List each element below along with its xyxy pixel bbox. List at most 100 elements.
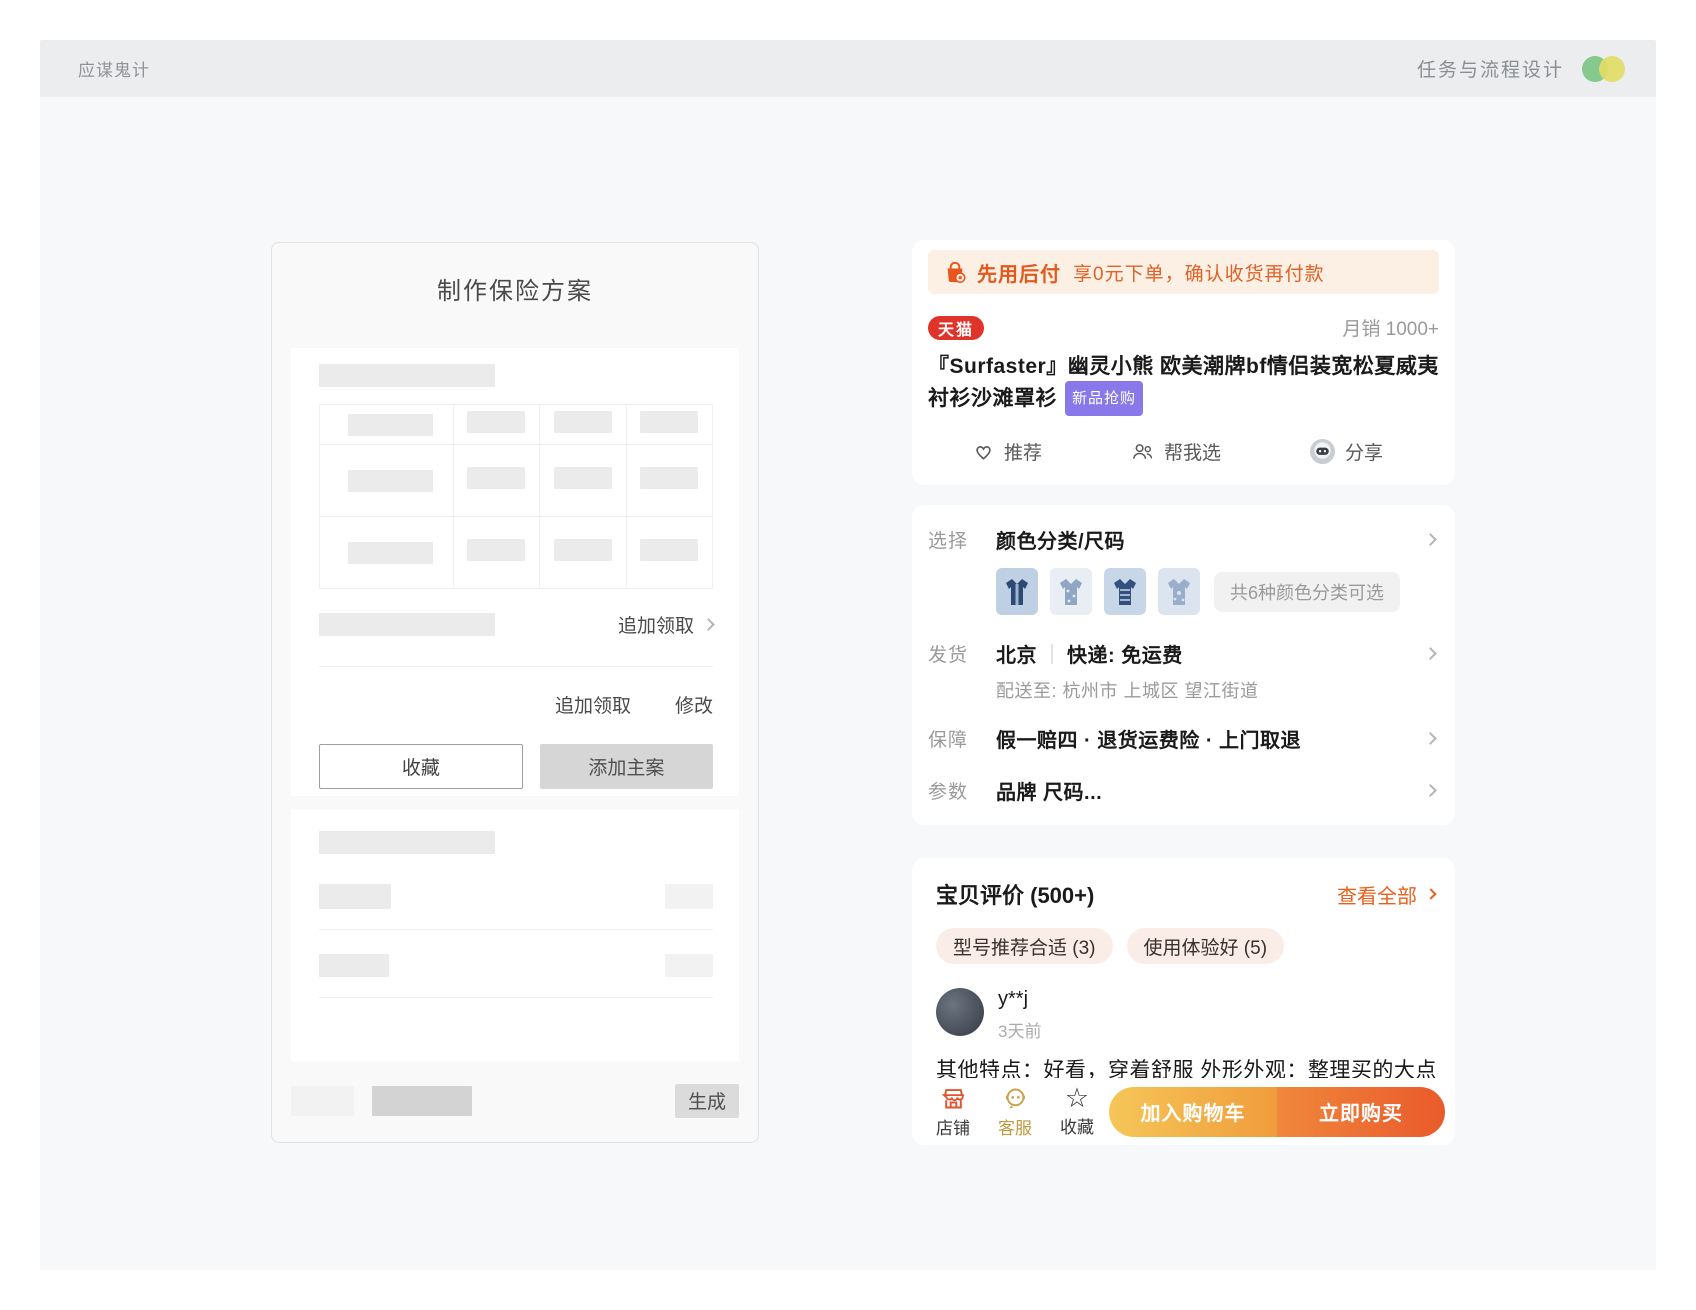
chevron-right-icon [702,618,715,631]
chevron-right-icon [1424,647,1437,660]
chevron-right-icon [1425,888,1436,899]
divider [319,997,713,998]
divider [1051,644,1053,664]
sku-label: 选择 [928,526,980,553]
people-icon [1130,440,1155,463]
sku-thumbnail[interactable] [1104,568,1146,615]
toggle-yellow-dot [1599,56,1625,82]
placeholder-bar [640,411,698,433]
top-header: 应谋鬼计 任务与流程设计 [40,40,1656,97]
pay-later-text: 享0元下单，确认收货再付款 [1073,259,1325,286]
recommend-button[interactable]: 推荐 [972,438,1042,465]
placeholder-bar [554,411,612,433]
share-button[interactable]: 分享 [1309,438,1383,465]
params-row[interactable]: 参数 品牌 尺码... [928,776,1441,805]
robot-avatar-icon [1309,438,1336,465]
wireframe-panel-top: 追加领取 追加领取 修改 收藏 添加主案 [291,348,739,796]
params-label: 参数 [928,777,980,804]
placeholder-bar [348,542,433,564]
deliver-to-address: 配送至: 杭州市 上城区 望江街道 [996,677,1441,703]
service-robot-icon [1002,1085,1029,1112]
guarantee-label: 保障 [928,725,980,752]
shop-button[interactable]: 店铺 [922,1085,984,1139]
monthly-sales: 月销 1000+ [1342,314,1439,341]
sku-thumbnail[interactable] [1050,568,1092,615]
review-time: 3天前 [998,1017,1041,1042]
chevron-right-icon [1424,784,1437,797]
shipping-origin: 北京 [996,639,1037,668]
mode-title: 任务与流程设计 [1417,55,1564,82]
page: 应谋鬼计 任务与流程设计 制作保险方案 [0,0,1696,1310]
wireframe-footer: 生成 [291,1059,739,1142]
storefront-icon [940,1085,967,1112]
shipping-row[interactable]: 发货 北京 快递: 免运费 [928,639,1441,668]
chevron-right-icon [1424,732,1437,745]
placeholder-bar [554,467,612,489]
wireframe-title: 制作保险方案 [272,271,758,306]
sku-value: 颜色分类/尺码 [996,525,1125,554]
sku-thumbnail[interactable] [996,568,1038,615]
modify-link[interactable]: 修改 [675,691,713,718]
chevron-right-icon [1424,533,1437,546]
placeholder-bar [467,411,525,433]
placeholder-bar [319,831,495,854]
reviewer-name: y**j [998,988,1041,1011]
placeholder-bar [467,467,525,489]
guarantee-value: 假一赔四 · 退货运费险 · 上门取退 [996,724,1301,753]
sku-row[interactable]: 选择 颜色分类/尺码 [928,525,1441,554]
placeholder-bar [372,1086,472,1116]
reviews-title: 宝贝评价 (500+) [936,878,1094,910]
shopping-bag-icon [942,259,968,285]
product-title: 『Surfaster』幽灵小熊 欧美潮牌bf情侣装宽松夏威夷衬衫沙滩罩衫新品抢购 [928,352,1439,416]
placeholder-bar [319,954,389,977]
placeholder-bar [319,884,391,909]
sku-thumbnail[interactable] [1158,568,1200,615]
heart-icon [972,440,995,463]
sku-more-pill[interactable]: 共6种颜色分类可选 [1214,572,1400,612]
view-all-reviews-link[interactable]: 查看全部 [1337,880,1435,909]
pay-later-badge: 先用后付 [977,258,1061,287]
placeholder-bar [291,1086,354,1116]
product-options-card: 选择 颜色分类/尺码 共6种颜色分类可选 发 [912,505,1455,825]
canvas-background: 制作保险方案 [40,97,1656,1270]
favorite-button[interactable]: 收藏 [319,744,523,789]
placeholder-bar [319,364,495,387]
shipping-express: 快递: 免运费 [1067,639,1183,668]
review-tag[interactable]: 使用体验好 (5) [1127,928,1285,964]
sku-thumbnails: 共6种颜色分类可选 [996,568,1441,615]
review-item: y**j 3天前 [936,988,1435,1042]
guarantee-row[interactable]: 保障 假一赔四 · 退货运费险 · 上门取退 [928,724,1441,753]
append-claim-link[interactable]: 追加领取 [618,611,713,638]
divider [319,929,713,930]
pay-later-banner[interactable]: 先用后付 享0元下单，确认收货再付款 [928,250,1439,294]
favorite-product-button[interactable]: ☆ 收藏 [1046,1085,1108,1138]
tmall-badge: 天猫 [928,316,984,340]
star-icon: ☆ [1065,1085,1089,1111]
wireframe-card: 制作保险方案 [271,242,759,1143]
help-me-choose-button[interactable]: 帮我选 [1130,438,1221,465]
buy-now-button[interactable]: 立即购买 [1277,1087,1445,1137]
placeholder-bar [348,470,433,492]
review-tag[interactable]: 型号推荐合适 (3) [936,928,1113,964]
customer-service-button[interactable]: 客服 [984,1085,1046,1139]
new-arrival-badge: 新品抢购 [1065,381,1143,416]
cta-pill: 加入购物车 立即购买 [1109,1087,1445,1137]
product-bottom-bar: 店铺 客服 ☆ 收藏 加入购物车 立即购买 [912,1078,1455,1145]
add-main-case-button[interactable]: 添加主案 [540,744,713,789]
product-header-card: 先用后付 享0元下单，确认收货再付款 天猫 月销 1000+ 『Surfaste… [912,240,1455,485]
shipping-label: 发货 [928,640,980,667]
placeholder-table [319,404,713,589]
params-value: 品牌 尺码... [996,776,1102,805]
placeholder-bar [348,414,433,436]
placeholder-bar [640,539,698,561]
generate-button[interactable]: 生成 [675,1084,739,1118]
placeholder-bar [640,467,698,489]
reviewer-avatar [936,988,984,1036]
placeholder-bar [665,884,713,909]
placeholder-bar [467,539,525,561]
add-to-cart-button[interactable]: 加入购物车 [1109,1087,1277,1137]
append-claim-link-2[interactable]: 追加领取 [555,691,631,718]
wireframe-panel-bottom [291,809,739,1061]
divider [319,666,713,667]
theme-toggle-icon[interactable] [1582,56,1626,82]
